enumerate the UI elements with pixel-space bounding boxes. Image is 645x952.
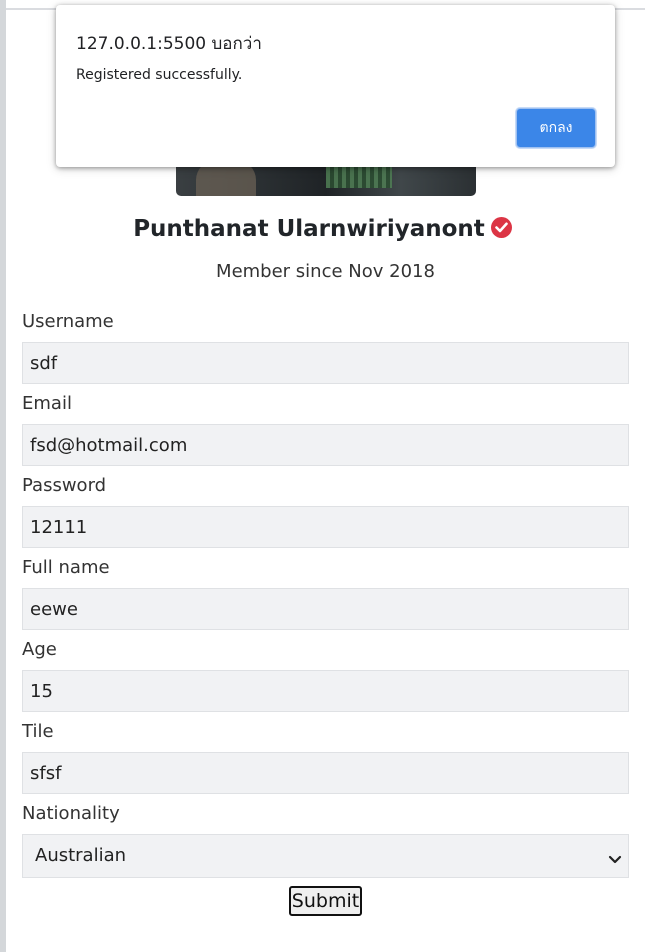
email-field[interactable]: [22, 424, 629, 466]
alert-message: Registered successfully.: [76, 67, 243, 83]
full-name-field[interactable]: [22, 588, 629, 630]
chevron-down-icon: [608, 850, 622, 869]
username-label: Username: [22, 311, 114, 332]
nationality-selected-value: Australian: [35, 845, 127, 866]
tile-label: Tile: [22, 721, 54, 742]
registration-form: Username Email Password Full name Age Ti…: [22, 310, 629, 878]
age-field[interactable]: [22, 670, 629, 712]
password-label: Password: [22, 475, 107, 496]
submit-wrap: Submit: [0, 886, 645, 916]
tile-field[interactable]: [22, 752, 629, 794]
submit-button[interactable]: Submit: [288, 886, 363, 916]
member-since: Member since Nov 2018: [216, 261, 435, 282]
alert-dialog: 127.0.0.1:5500 บอกว่า Registered success…: [56, 5, 615, 167]
alert-origin: 127.0.0.1:5500 บอกว่า: [76, 34, 262, 54]
profile-name: Punthanat Ularnwiriyanont: [0, 216, 645, 242]
password-field[interactable]: [22, 506, 629, 548]
page: Punthanat Ularnwiriyanont Member since N…: [0, 0, 645, 952]
full-name-label: Full name: [22, 557, 110, 578]
alert-ok-button[interactable]: ตกลง: [516, 108, 596, 148]
profile-name-text: Punthanat Ularnwiriyanont: [133, 216, 485, 242]
age-label: Age: [22, 639, 57, 660]
nationality-select[interactable]: Australian: [22, 834, 629, 878]
email-label: Email: [22, 393, 72, 414]
left-scroll-rail: [0, 0, 6, 952]
username-field[interactable]: [22, 342, 629, 384]
verified-check-icon: [490, 217, 512, 238]
nationality-label: Nationality: [22, 803, 120, 824]
